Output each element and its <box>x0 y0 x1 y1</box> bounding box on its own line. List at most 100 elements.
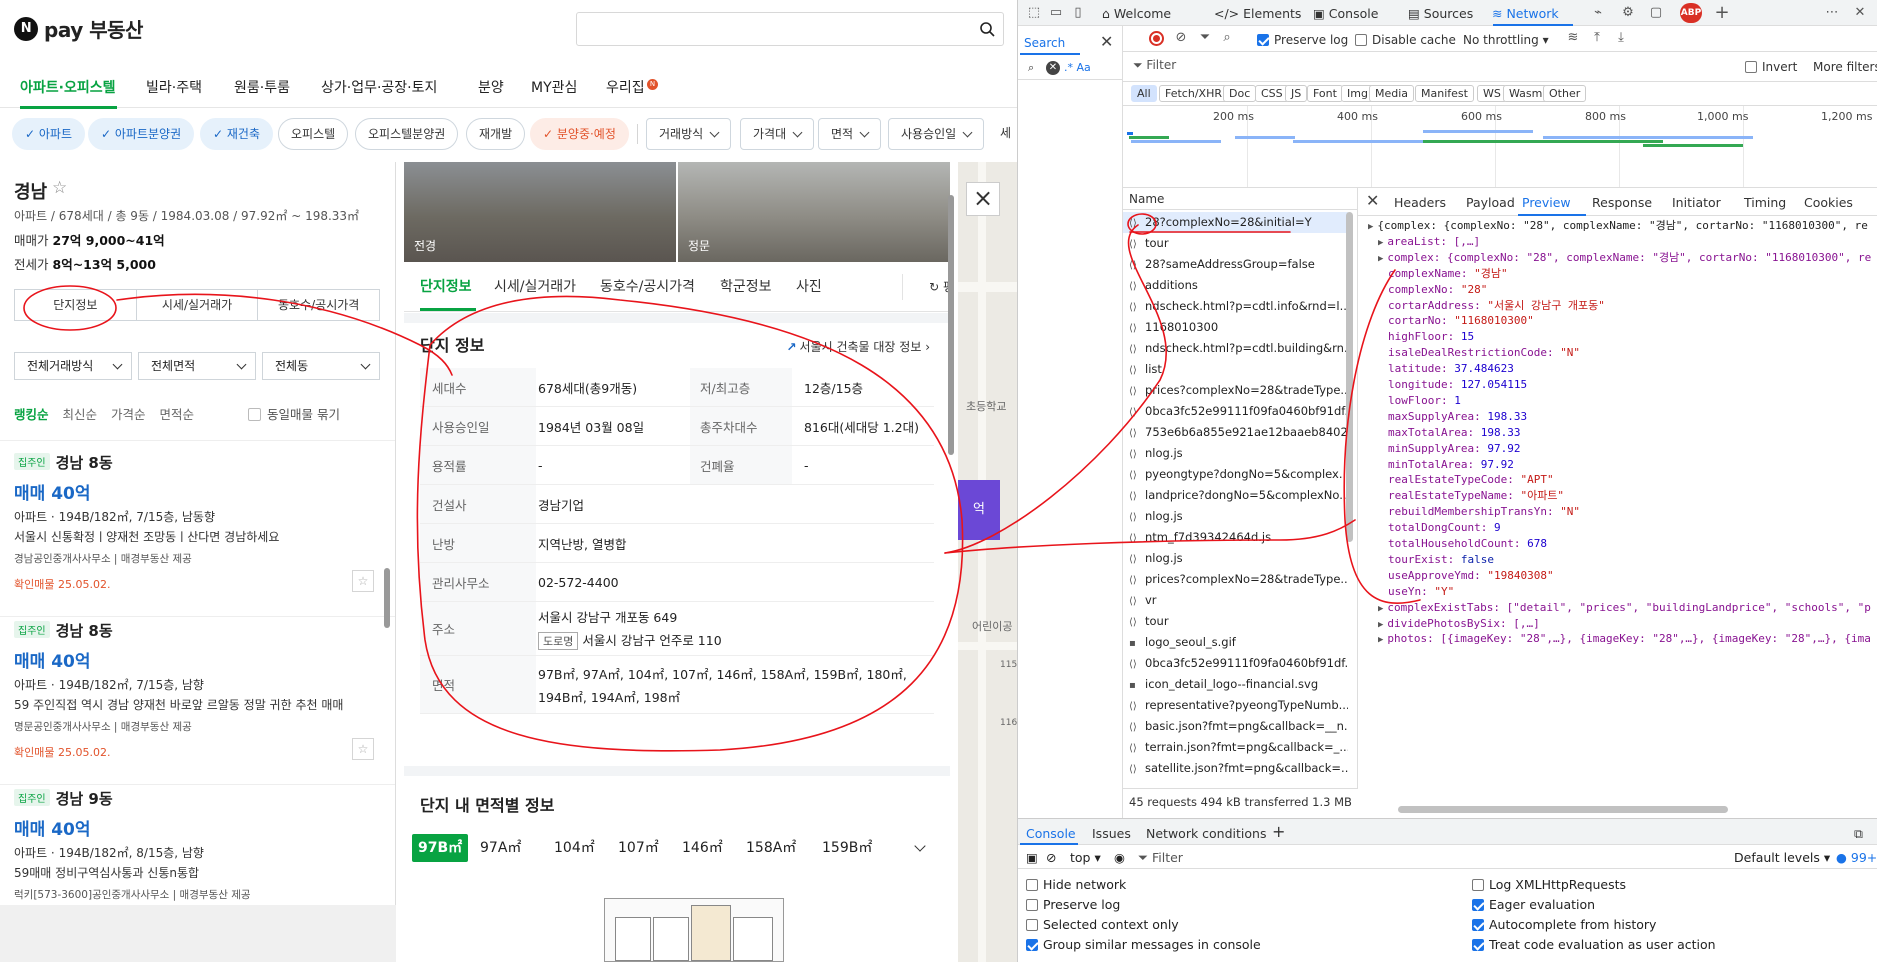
request-row[interactable]: ⟨⟩ 28?sameAddressGroup=false <box>1123 254 1348 275</box>
dropdown-approval-date[interactable]: 사용승인일 <box>888 118 985 150</box>
type-js[interactable]: JS <box>1285 85 1308 102</box>
request-row[interactable]: ⟨⟩ satellite.json?fmt=png&callback=... <box>1123 758 1348 779</box>
nav-myhome[interactable]: 우리집 <box>606 77 645 97</box>
request-row[interactable]: ⟨⟩ additions <box>1123 275 1348 296</box>
console-filter-input[interactable]: ⏷ Filter <box>1138 850 1183 866</box>
search-options[interactable]: .* Aa <box>1064 61 1091 74</box>
request-row[interactable]: ▪ icon_detail_logo--financial.svg <box>1123 674 1348 695</box>
dropdown-trade-type[interactable]: 거래방식 <box>646 118 732 150</box>
area-tab[interactable]: 104㎡ <box>548 834 601 862</box>
chip-apartment[interactable]: ✓ 아파트 <box>12 118 85 150</box>
tab-cookies[interactable]: Cookies <box>1804 195 1853 210</box>
tab-welcome[interactable]: ⌂ Welcome <box>1102 6 1171 21</box>
tab-sources[interactable]: ▤ Sources <box>1408 6 1473 21</box>
search-input[interactable] <box>576 12 1004 46</box>
json-line[interactable]: ▶ complexExistTabs: ["detail", "prices", … <box>1378 600 1871 616</box>
tab-network[interactable]: ≋ Network <box>1492 6 1559 21</box>
request-row[interactable]: ⟨⟩ nlog.js <box>1123 506 1348 527</box>
tab-market-price[interactable]: 시세/실거래가 <box>137 290 259 320</box>
json-line[interactable]: ▶ complex: {complexNo: "28", complexName:… <box>1378 250 1871 266</box>
console-option-checkbox[interactable]: Group similar messages in console <box>1026 937 1261 952</box>
request-row[interactable]: ⟨⟩ ntm_f7d39342464d.js <box>1123 527 1348 548</box>
tab-initiator[interactable]: Initiator <box>1672 195 1721 210</box>
star-icon[interactable]: ☆ <box>352 738 374 760</box>
type-manifest[interactable]: Manifest <box>1415 85 1474 102</box>
map[interactable]: 초등학교 어린이공 115 116 <box>958 162 1017 962</box>
search-tab[interactable]: Search <box>1024 36 1065 50</box>
disable-cache-checkbox[interactable]: Disable cache <box>1355 33 1456 47</box>
expand-icon[interactable]: ▶ <box>1378 254 1383 264</box>
request-row[interactable]: ⟨⟩ list <box>1123 359 1348 380</box>
expand-icon[interactable]: ▶ <box>1368 222 1373 232</box>
console-option-checkbox[interactable]: Selected context only <box>1026 917 1179 932</box>
console-option-checkbox[interactable]: Hide network <box>1026 877 1126 892</box>
detail-scrollbar[interactable] <box>946 165 956 962</box>
tab-response[interactable]: Response <box>1592 195 1652 210</box>
listing-item[interactable]: 집주인 경남 8동 매매 40억 아파트 · 194B/182㎡, 7/15층, … <box>14 620 374 780</box>
expand-icon[interactable]: ▶ <box>1378 238 1383 248</box>
tab-issues[interactable]: Issues <box>1092 826 1131 841</box>
request-row[interactable]: ⟨⟩ ndscheck.html?p=cdtl.info&rnd=l... <box>1123 296 1348 317</box>
nav-oneroom[interactable]: 원룸·투룸 <box>234 77 290 97</box>
chip-apartment-presale[interactable]: ✓ 아파트분양권 <box>88 118 195 150</box>
tab-preview[interactable]: Preview <box>1522 195 1571 210</box>
request-row[interactable]: ⟨⟩ prices?complexNo=28&tradeType... <box>1123 569 1348 590</box>
request-list-scrollbar[interactable] <box>1345 212 1354 772</box>
preserve-log-checkbox[interactable]: Preserve log <box>1257 33 1348 47</box>
network-conditions-icon[interactable]: ≋ <box>1565 30 1581 46</box>
type-other[interactable]: Other <box>1543 85 1587 102</box>
type-wasm[interactable]: Wasm <box>1503 85 1549 102</box>
request-row[interactable]: ⟨⟩ nlog.js <box>1123 443 1348 464</box>
application-icon[interactable]: ▢ <box>1648 5 1664 21</box>
close-icon[interactable]: ✕ <box>1100 32 1113 51</box>
invert-checkbox[interactable]: Invert <box>1745 60 1797 74</box>
search-icon[interactable]: ⌕ <box>1219 30 1235 46</box>
expand-icon[interactable]: ▶ <box>1378 604 1383 614</box>
logo[interactable]: N pay 부동산 <box>14 14 143 43</box>
area-tab[interactable]: 159B㎡ <box>816 834 878 862</box>
type-all[interactable]: All <box>1131 85 1157 102</box>
request-row[interactable]: ⟨⟩ pyeongtype?dongNo=5&complex... <box>1123 464 1348 485</box>
json-line[interactable]: ▶ dividePhotosBySix: [,…] <box>1378 616 1540 632</box>
tab-elements[interactable]: </> Elements <box>1214 6 1301 21</box>
chip-redevelopment[interactable]: 재개발 <box>466 118 526 150</box>
close-devtools-icon[interactable]: ✕ <box>1852 5 1868 21</box>
dock-icon[interactable]: ▯ <box>1070 5 1086 21</box>
listing-item[interactable]: 집주인 경남 8동 매매 40억 아파트 · 194B/182㎡, 7/15층, … <box>14 452 374 612</box>
sort-price[interactable]: 가격순 <box>111 407 146 422</box>
request-row[interactable]: ⟨⟩ representative?pyeongTypeNumb... <box>1123 695 1348 716</box>
column-header-name[interactable]: Name <box>1123 188 1357 210</box>
chip-reconstruction[interactable]: ✓ 재건축 <box>200 118 273 150</box>
clear-log-icon[interactable]: ⊘ <box>1173 30 1189 46</box>
request-row[interactable]: ⟨⟩ 753e6b6a855e921ae12baaeb8402... <box>1123 422 1348 443</box>
listing-scrollbar[interactable] <box>384 448 390 898</box>
search-icon[interactable] <box>979 21 995 37</box>
sort-latest[interactable]: 최신순 <box>63 407 98 422</box>
network-timeline[interactable]: 200 ms 400 ms 600 ms 800 ms 1,000 ms 1,2… <box>1123 106 1877 188</box>
console-option-checkbox[interactable]: Treat code evaluation as user action <box>1472 937 1716 952</box>
settings-icon[interactable]: ⚙ <box>1620 5 1636 21</box>
dropdown-price[interactable]: 가격대 <box>740 118 815 150</box>
log-levels-select[interactable]: Default levels ▾ <box>1734 850 1830 865</box>
request-row[interactable]: ⟨⟩ nlog.js <box>1123 548 1348 569</box>
tab-network-conditions[interactable]: Network conditions <box>1146 826 1266 841</box>
request-row[interactable]: ▪ logo_seoul_s.gif <box>1123 632 1348 653</box>
request-row[interactable]: ⟨⟩ landprice?dongNo=5&complexNo... <box>1123 485 1348 506</box>
request-row[interactable]: ⟨⟩ tour <box>1123 233 1348 254</box>
type-css[interactable]: CSS <box>1255 85 1289 102</box>
expand-icon[interactable]: ▶ <box>1378 620 1383 630</box>
photo-overview[interactable]: 전경 <box>404 162 676 262</box>
adblock-icon[interactable]: ABP <box>1680 3 1702 23</box>
record-icon[interactable] <box>1149 31 1164 46</box>
tab-console[interactable]: ▣ Console <box>1313 6 1378 21</box>
request-row[interactable]: ⟨⟩ vr <box>1123 590 1348 611</box>
console-option-checkbox[interactable]: Eager evaluation <box>1472 897 1595 912</box>
chip-officetel-presale[interactable]: 오피스텔분양권 <box>355 118 459 150</box>
request-row[interactable]: ⟨⟩ 0bca3fc52e99111f09fa0460bf91df... <box>1123 653 1348 674</box>
select-trade-type[interactable]: 전체거래방식 <box>14 352 132 380</box>
request-row[interactable]: ⟨⟩ tour <box>1123 611 1348 632</box>
tab-complex-info[interactable]: 단지정보 <box>15 290 137 320</box>
performance-icon[interactable]: ⌁ <box>1590 5 1606 21</box>
area-tab[interactable]: 97B㎡ <box>412 834 469 862</box>
json-line[interactable]: ▶ photos: [{imageKey: "28",…}, {imageKey:… <box>1378 631 1871 647</box>
